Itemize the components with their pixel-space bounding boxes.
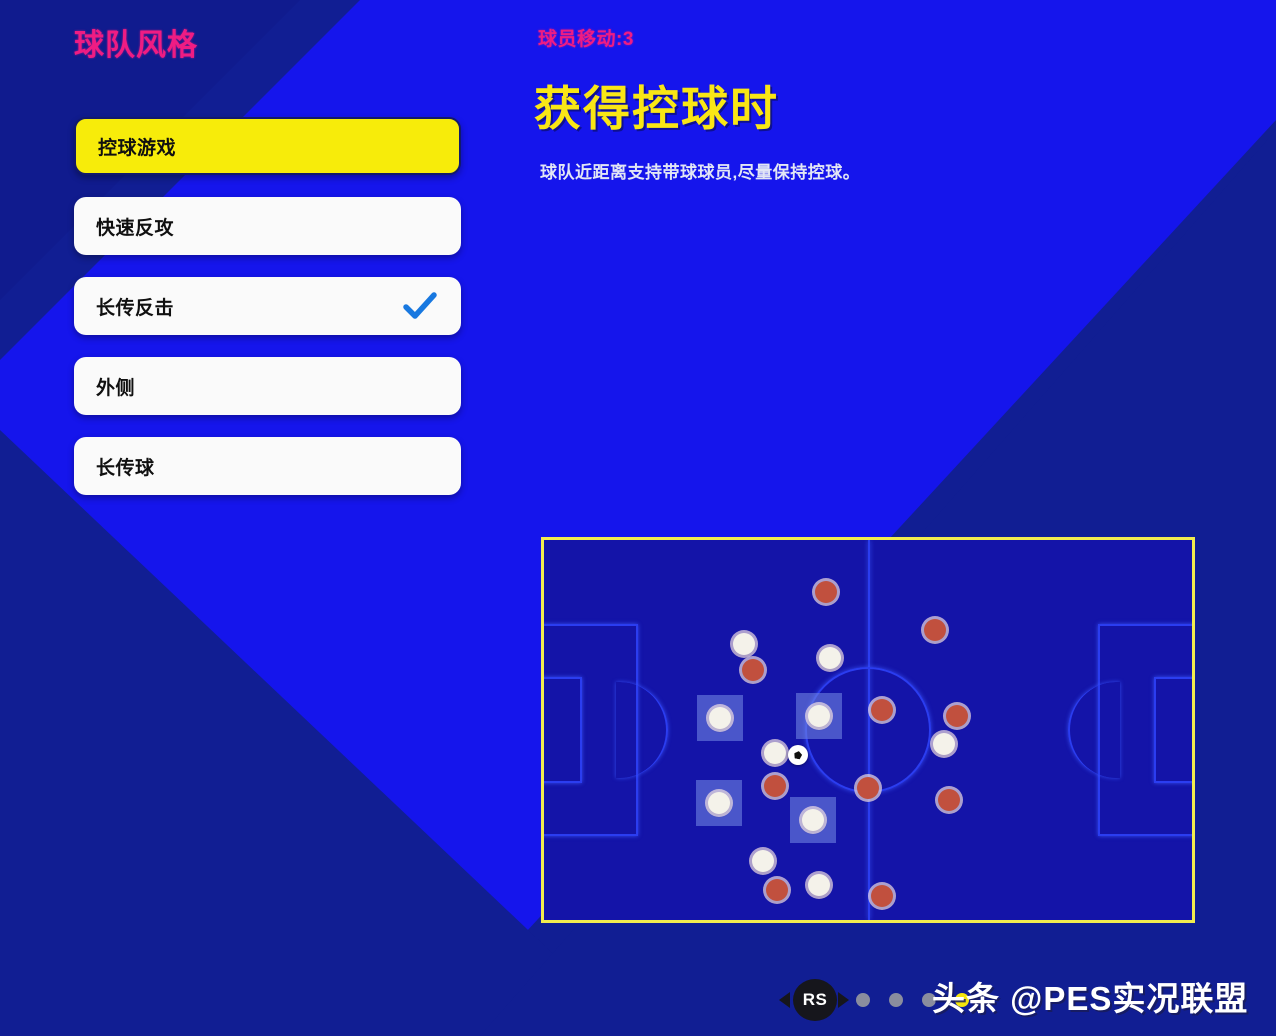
section-description: 球队近距离支持带球球员,尽量保持控球。 [540,163,861,182]
pitch-surface [544,540,1192,920]
page-title: 球队风格 [74,29,198,62]
watermark: 头条 @PES实况联盟 [932,980,1249,1017]
style-option-long-ball[interactable]: 长传球 [74,437,461,495]
opponent-player-token [946,705,969,728]
style-option-label: 控球游戏 [98,137,177,159]
rs-stick-icon: RS [793,979,837,1021]
page-dot[interactable] [889,993,903,1007]
style-option-quick-counter[interactable]: 快速反攻 [74,197,461,255]
chevron-left-icon [779,992,790,1008]
team-player-token [707,791,730,814]
pitch-penalty-arc-right [1068,682,1120,778]
chevron-right-icon [838,992,849,1008]
team-player-token [933,732,956,755]
team-player-token [732,633,755,656]
opponent-player-token [814,581,837,604]
style-option-label: 外侧 [96,377,136,399]
style-option-label: 快速反攻 [96,217,175,239]
right-stick-hint[interactable]: RS [779,979,849,1021]
opponent-player-token [923,619,946,642]
team-style-list: 控球游戏 快速反攻 长传反击 外侧 长传球 [74,117,461,517]
opponent-player-token [871,698,894,721]
pitch-goal-box-left [544,676,582,784]
opponent-player-token [938,788,960,811]
opponent-player-token [763,774,786,797]
pitch-penalty-arc-left [616,682,668,778]
team-player-token [819,646,842,669]
opponent-player-token [870,884,893,907]
style-option-label: 长传球 [96,457,155,479]
soccer-ball-icon [788,745,809,766]
team-player-token [763,741,786,764]
tactics-pitch-preview [541,537,1195,923]
checkmark-icon [403,292,437,319]
opponent-player-token [857,776,879,799]
style-option-long-ball-counter[interactable]: 长传反击 [74,277,461,335]
game-screen: 球队风格 控球游戏 快速反攻 长传反击 外侧 长传球 球员移动:3 获得控球时 … [0,0,1276,1036]
team-player-token [752,850,775,873]
style-option-out-wide[interactable]: 外侧 [74,357,461,415]
rs-stick-label: RS [802,990,828,1009]
page-dot[interactable] [856,993,870,1007]
style-option-label: 长传反击 [96,297,175,319]
team-player-token [808,874,831,897]
section-headline: 获得控球时 [534,82,779,135]
player-movement-label: 球员移动:3 [538,29,634,50]
team-player-token [801,809,824,832]
style-option-possession-game[interactable]: 控球游戏 [74,117,461,175]
team-player-token [709,707,732,730]
opponent-player-token [741,659,764,682]
opponent-player-token [766,879,789,902]
pitch-goal-box-right [1154,676,1192,784]
team-player-token [807,704,830,727]
